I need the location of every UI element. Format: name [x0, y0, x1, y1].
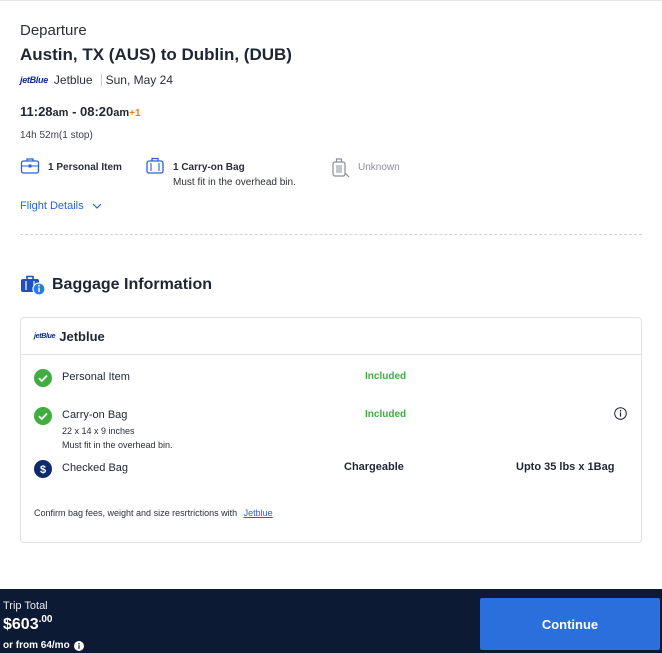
baggage-status: Chargeable: [344, 461, 404, 473]
baggage-info-icon: [21, 275, 46, 296]
baggage-allowance: Upto 35 lbs x 1Bag: [516, 461, 615, 473]
route-title: Austin, TX (AUS) to Dublin, (DUB): [20, 45, 292, 64]
confirm-text: Confirm bag fees, weight and size resrtr…: [34, 508, 238, 518]
arrive-ampm: am: [113, 107, 130, 119]
checked-bag-summary: Unknown: [330, 157, 400, 179]
flight-times: 11:28am - 08:20am+1: [20, 104, 141, 119]
baggage-info-heading: Baggage Information: [20, 274, 212, 296]
continue-button[interactable]: Continue: [480, 598, 660, 650]
baggage-card: jetBlue Jetblue Personal Item Included C…: [20, 317, 642, 543]
price-main: $603: [3, 616, 39, 633]
briefcase-icon: [20, 158, 40, 174]
checked-bag-unknown-icon: [332, 158, 350, 178]
baggage-note: Must fit in the overhead bin.: [62, 440, 173, 450]
baggage-info-title: Baggage Information: [52, 276, 213, 293]
baggage-card-header: jetBlue Jetblue: [21, 318, 641, 355]
check-circle-icon: [34, 407, 52, 425]
check-circle-icon: [34, 369, 52, 387]
jetblue-logo: jetBlue: [20, 75, 48, 85]
baggage-dimensions: 22 x 14 x 9 inches: [62, 426, 135, 436]
svg-text:$: $: [40, 464, 46, 476]
info-icon[interactable]: [73, 640, 84, 651]
carry-on-label: 1 Carry-on Bag: [173, 162, 245, 173]
arrive-time: 08:20: [80, 104, 114, 119]
baggage-item-name: Checked Bag: [62, 462, 129, 474]
info-icon[interactable]: [614, 407, 627, 420]
baggage-item-name: Carry-on Bag: [62, 409, 128, 421]
checked-bag-status: Unknown: [358, 162, 400, 173]
trip-total-label: Trip Total: [3, 600, 48, 612]
baggage-status: Included: [365, 371, 407, 382]
price-cents: .00: [38, 614, 53, 625]
time-separator: -: [68, 104, 81, 119]
top-divider: [0, 0, 662, 1]
carry-on-note: Must fit in the overhead bin.: [173, 177, 296, 188]
trip-total-footer: Trip Total $603.00 or from 64/mo Continu…: [0, 589, 662, 653]
dollar-circle-icon: $: [34, 460, 52, 478]
depart-ampm: am: [52, 107, 69, 119]
flight-duration: 14h 52m(1 stop): [20, 130, 93, 141]
flight-details-link[interactable]: Flight Details: [20, 200, 102, 212]
day-offset: +1: [129, 108, 141, 119]
airline-name: Jetblue: [53, 73, 93, 87]
section-label: Departure: [20, 22, 87, 39]
carry-on-bag-icon: [146, 157, 164, 174]
flight-details-label: Flight Details: [20, 200, 84, 212]
monthly-price: or from 64/mo: [3, 640, 84, 651]
baggage-airline-name: Jetblue: [59, 328, 105, 344]
jetblue-logo: jetBlue: [34, 332, 56, 340]
flight-date: Sun, May 24: [105, 73, 173, 87]
divider: [100, 74, 102, 86]
trip-total-price: $603.00: [3, 614, 53, 634]
personal-item-summary: 1 Personal Item: [20, 157, 122, 175]
personal-item-label: 1 Personal Item: [48, 162, 122, 173]
chevron-down-icon: [92, 203, 102, 209]
airline-link[interactable]: Jetblue: [244, 508, 273, 518]
baggage-item-name: Personal Item: [62, 371, 130, 383]
section-divider: [20, 234, 642, 235]
depart-time: 11:28: [20, 104, 53, 119]
carry-on-summary: 1 Carry-on Bag Must fit in the overhead …: [145, 157, 296, 188]
airline-row: jetBlue Jetblue Sun, May 24: [20, 72, 173, 88]
monthly-price-text: or from 64/mo: [3, 640, 70, 651]
baggage-status: Included: [365, 409, 407, 420]
confirm-restrictions: Confirm bag fees, weight and size resrtr…: [34, 508, 273, 518]
